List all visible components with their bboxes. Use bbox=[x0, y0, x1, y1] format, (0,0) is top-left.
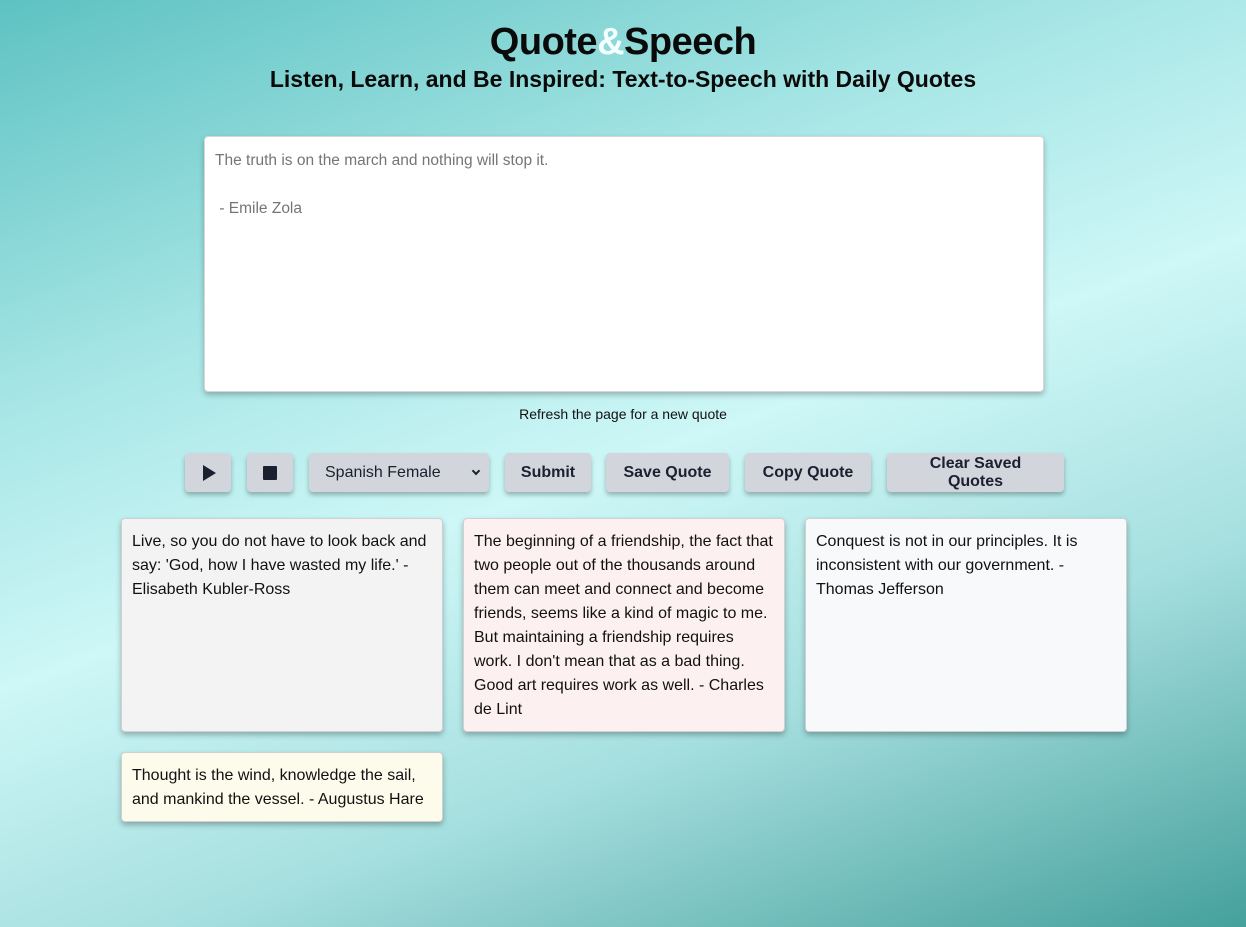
page-header: Quote&Speech Listen, Learn, and Be Inspi… bbox=[0, 20, 1246, 93]
saved-quote-text: Thought is the wind, knowledge the sail,… bbox=[132, 767, 424, 808]
refresh-hint: Refresh the page for a new quote bbox=[519, 406, 727, 422]
saved-quote-text: The beginning of a friendship, the fact … bbox=[474, 533, 773, 718]
clear-saved-quotes-button[interactable]: Clear Saved Quotes bbox=[887, 453, 1064, 492]
saved-quote-card: The beginning of a friendship, the fact … bbox=[463, 518, 785, 732]
voice-select-wrapper: Spanish Female bbox=[309, 453, 489, 492]
quote-textarea[interactable] bbox=[204, 136, 1044, 392]
app-subtitle: Listen, Learn, and Be Inspired: Text-to-… bbox=[269, 66, 977, 92]
saved-quote-text: Conquest is not in our principles. It is… bbox=[816, 533, 1078, 598]
title-quote: Quote bbox=[489, 21, 598, 63]
saved-quote-text: Live, so you do not have to look back an… bbox=[132, 533, 427, 598]
copy-quote-button[interactable]: Copy Quote bbox=[745, 453, 871, 492]
app-title: Quote&Speech bbox=[0, 20, 1246, 64]
stop-icon bbox=[263, 465, 277, 480]
voice-select[interactable]: Spanish Female bbox=[309, 453, 489, 492]
saved-quote-card: Live, so you do not have to look back an… bbox=[121, 518, 443, 732]
saved-quote-card: Thought is the wind, knowledge the sail,… bbox=[121, 752, 443, 822]
save-quote-button[interactable]: Save Quote bbox=[606, 453, 729, 492]
saved-quote-card: Conquest is not in our principles. It is… bbox=[805, 518, 1127, 732]
title-ampersand: & bbox=[597, 21, 625, 63]
play-button[interactable] bbox=[185, 453, 231, 492]
play-icon bbox=[203, 464, 216, 481]
controls-toolbar: Spanish Female Submit Save Quote Copy Qu… bbox=[185, 453, 1064, 492]
submit-button[interactable]: Submit bbox=[505, 453, 591, 492]
title-speech: Speech bbox=[624, 21, 757, 63]
stop-button[interactable] bbox=[247, 453, 293, 492]
